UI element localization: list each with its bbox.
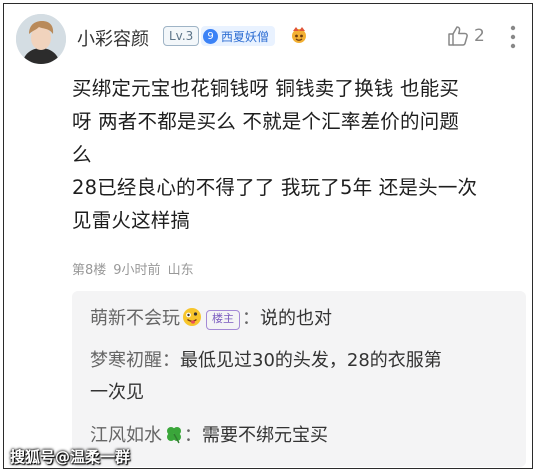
reply-text: 需要不绑元宝买 (202, 425, 328, 446)
reply-text: 说的也对 (260, 308, 332, 329)
reply-list[interactable]: 萌新不会玩 楼主 ：说的也对 梦寒初醒：最低见过30的头发，28的衣服第 一次见 江… (72, 291, 526, 467)
comment-meta: 第8楼 9小时前 山东 (72, 259, 194, 278)
reply-author[interactable]: 江风如水 (90, 425, 162, 446)
op-badge: 楼主 (206, 310, 240, 330)
thumbs-up-icon (448, 26, 468, 46)
comment-line: 28已经良心的不得了了 我玩了5年 还是头一次 (72, 176, 478, 199)
post-time: 9小时前 (113, 263, 161, 278)
level-badge: Lv.3 (163, 26, 200, 46)
server-badge: 9 西夏妖僧 (201, 26, 276, 46)
reply-author[interactable]: 萌新不会玩 (90, 308, 180, 329)
ip-location: 山东 (167, 263, 194, 278)
reply-item[interactable]: 萌新不会玩 楼主 ：说的也对 (90, 303, 332, 335)
comment-line: 呀 两者不都是买么 不就是个汇率差价的问题 (72, 110, 460, 133)
user-avatar[interactable] (16, 14, 66, 64)
reply-separator: ： (242, 308, 260, 329)
floor-number: 第8楼 (72, 263, 107, 278)
badge-text: 西夏妖僧 (221, 29, 270, 44)
reply-author[interactable]: 梦寒初醒 (90, 350, 162, 371)
game-icon (289, 25, 309, 45)
reply-text: 最低见过30的头发，28的衣服第 (180, 350, 442, 371)
vertical-dots-icon[interactable] (508, 24, 518, 50)
comment-line: 见雷火这样搞 (72, 209, 191, 232)
like-button[interactable]: 2 (447, 25, 485, 47)
badge-number: 9 (203, 28, 218, 44)
reply-separator: ： (184, 425, 202, 446)
reply-text-continued: 一次见 (90, 382, 144, 403)
comment-card: 小彩容颜 Lv.3 9 西夏妖僧 2 买绑定元宝也花铜钱呀 铜钱卖了换钱 也能买… (3, 3, 533, 469)
watermark: 搜狐号@温柔一群 (10, 448, 131, 466)
reply-item[interactable]: 梦寒初醒：最低见过30的头发，28的衣服第 (90, 345, 442, 377)
comment-line: 么 (72, 143, 92, 166)
silly-face-emoji (182, 306, 202, 326)
four-leaf-clover-icon (164, 423, 184, 444)
reply-separator: ： (162, 350, 180, 371)
username[interactable]: 小彩容颜 (77, 25, 149, 51)
like-count: 2 (474, 26, 485, 46)
comment-line: 买绑定元宝也花铜钱呀 铜钱卖了换钱 也能买 (72, 77, 460, 100)
comment-body: 买绑定元宝也花铜钱呀 铜钱卖了换钱 也能买 呀 两者不都是买么 不就是个汇率差价… (72, 72, 527, 237)
